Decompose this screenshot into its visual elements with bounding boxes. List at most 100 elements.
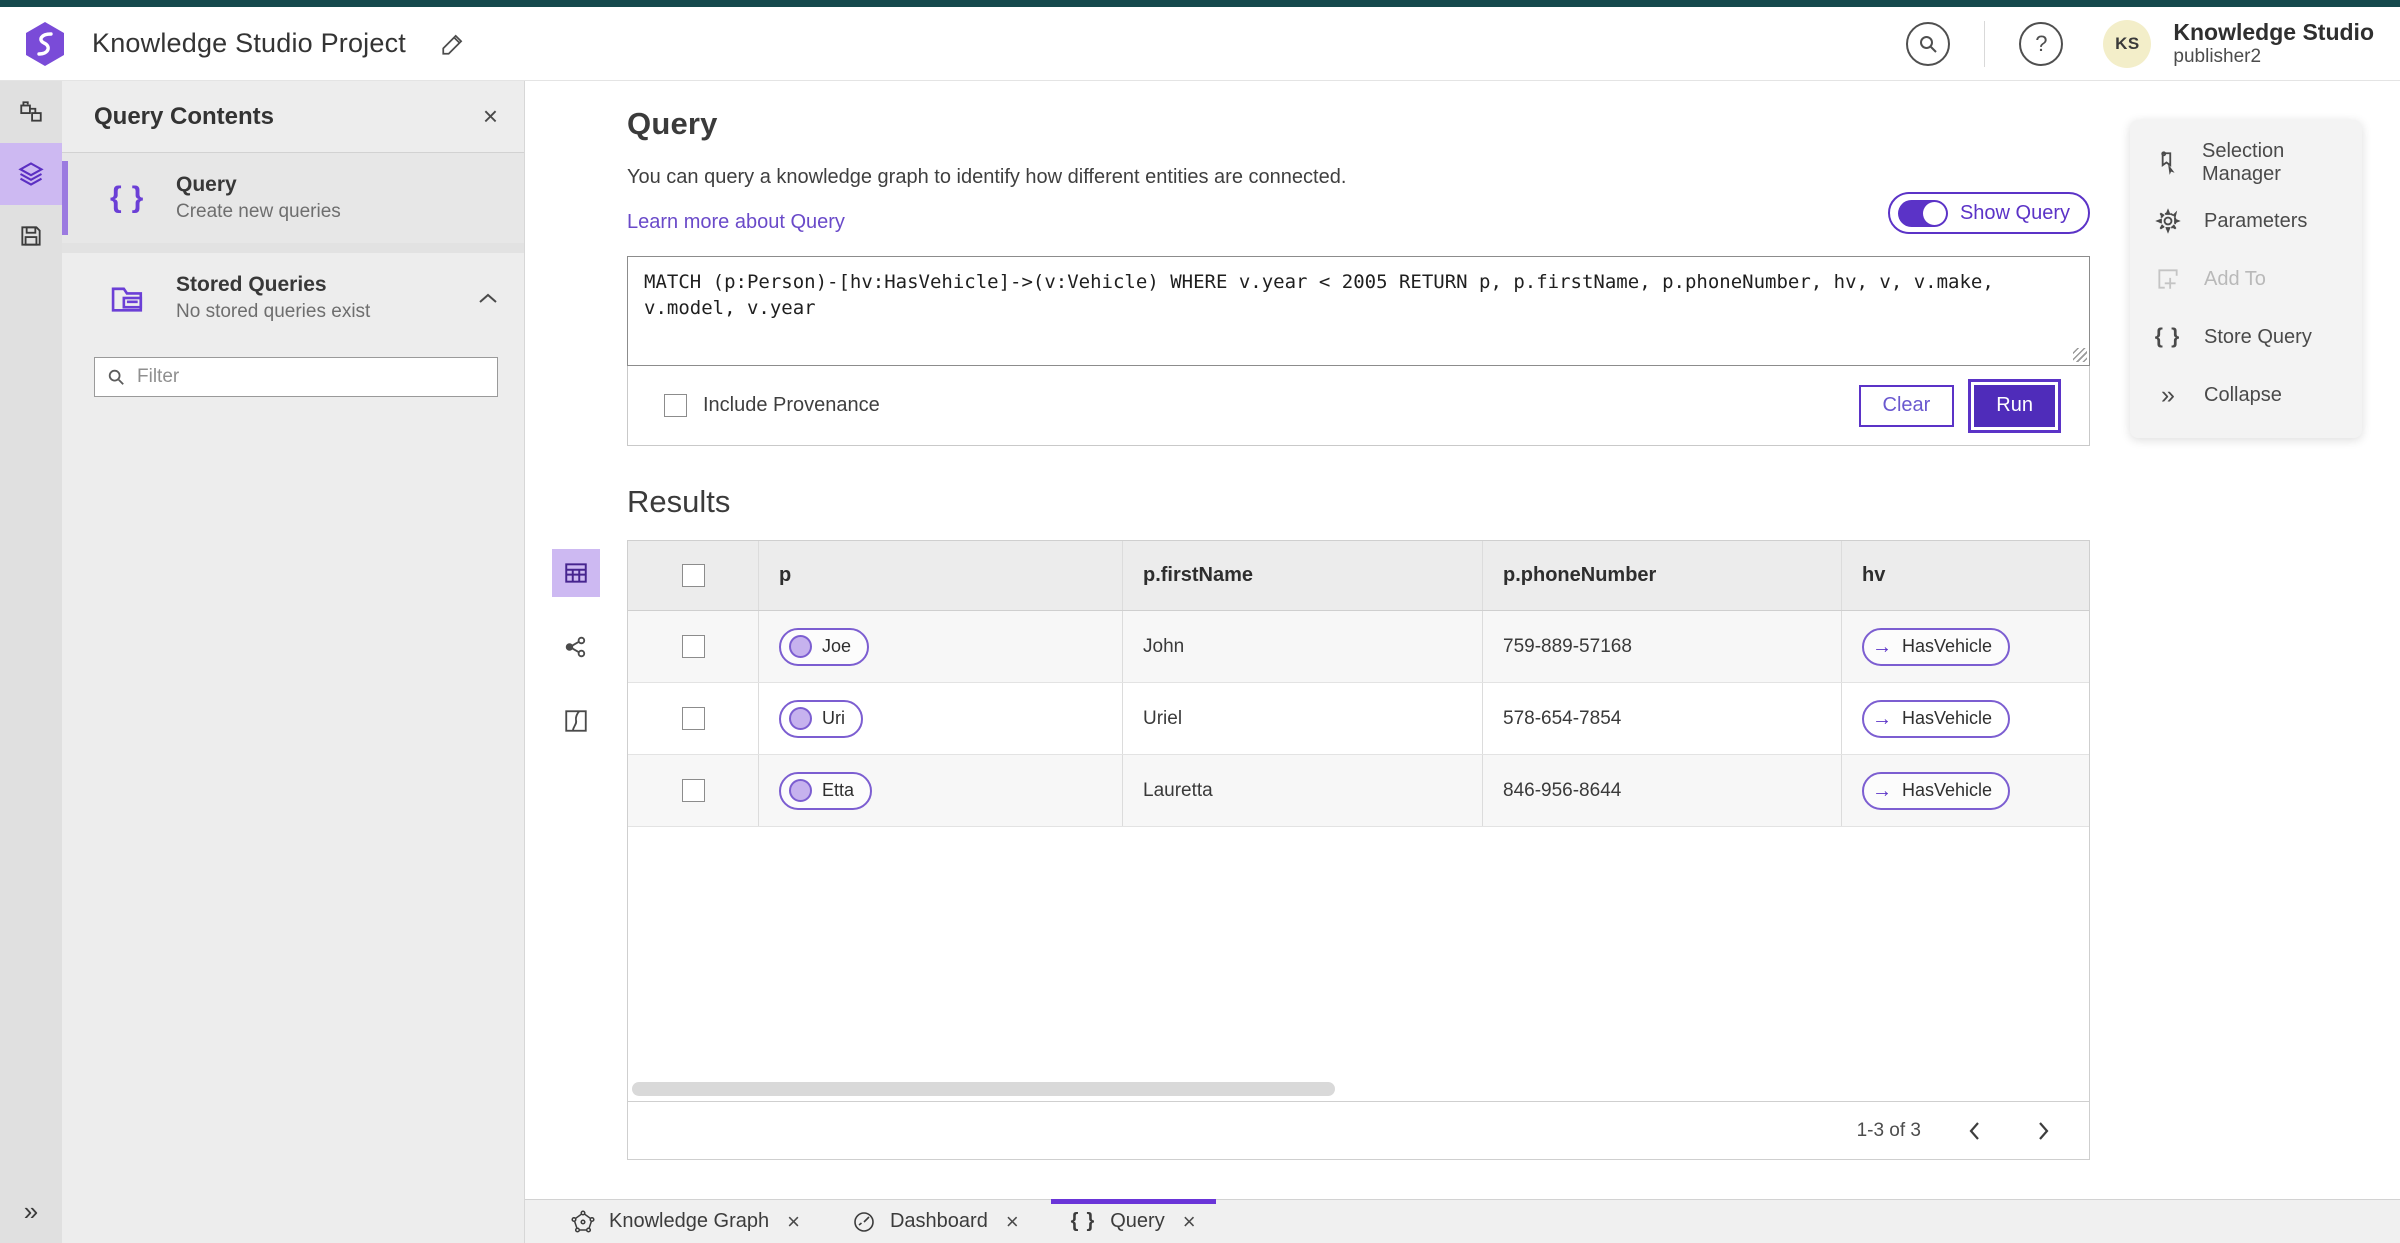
query-tools-menu: Selection Manager Parameters Add To {} … xyxy=(2130,120,2362,438)
cell-phonenumber: 578-654-7854 xyxy=(1483,683,1842,754)
show-query-toggle[interactable]: Show Query xyxy=(1887,192,2090,234)
app-header: Knowledge Studio Project ? KS Knowledge … xyxy=(0,7,2400,81)
scrollbar-thumb[interactable] xyxy=(632,1082,1335,1096)
store-query-button[interactable]: { } Store Query xyxy=(2130,308,2362,366)
relationship-chip[interactable]: → HasVehicle xyxy=(1862,627,2011,666)
panel-item-stored-queries[interactable]: Stored Queries No stored queries exist xyxy=(62,253,524,343)
app-logo-icon[interactable] xyxy=(24,21,66,67)
top-teal-strip xyxy=(0,0,2400,7)
hierarchy-nav-icon[interactable] xyxy=(0,81,62,143)
header-actions: ? KS Knowledge Studio publisher2 xyxy=(1906,19,2374,68)
expand-rail-button[interactable]: » xyxy=(0,1189,62,1233)
tab-dashboard[interactable]: Dashboard × xyxy=(826,1200,1045,1243)
main-column: Query You can query a knowledge graph to… xyxy=(525,81,2400,1243)
toggle-switch-on[interactable] xyxy=(1897,199,1948,227)
learn-more-link[interactable]: Learn more about Query xyxy=(627,211,845,234)
table-row[interactable]: Etta Lauretta 846-956-8644 → HasVehicle xyxy=(628,755,2089,827)
table-view-icon[interactable] xyxy=(552,549,600,597)
arrow-right-icon: → xyxy=(1872,779,1892,802)
filter-input[interactable] xyxy=(137,366,485,388)
editor-action-bar: Include Provenance Clear Run xyxy=(627,366,2090,446)
table-row[interactable]: Uri Uriel 578-654-7854 → HasVehicle xyxy=(628,683,2089,755)
stored-queries-filter[interactable] xyxy=(94,357,498,397)
include-provenance-label: Include Provenance xyxy=(703,394,880,416)
clear-button[interactable]: Clear xyxy=(1858,384,1955,427)
user-role: publisher2 xyxy=(2173,45,2262,67)
page-title: Query xyxy=(627,106,718,141)
braces-icon: { } xyxy=(110,181,146,214)
map-view-icon[interactable] xyxy=(552,697,600,745)
search-button[interactable] xyxy=(1906,21,1951,66)
column-header-p[interactable]: p xyxy=(759,541,1123,610)
panel-item-query[interactable]: { } Query Create new queries xyxy=(62,153,524,243)
arrow-right-icon: → xyxy=(1872,635,1892,658)
braces-icon: { } xyxy=(2154,325,2182,348)
collapse-menu-button[interactable]: » Collapse xyxy=(2130,366,2362,424)
add-to-button: Add To xyxy=(2130,250,2362,308)
panel-header: Query Contents × xyxy=(62,81,524,153)
selection-manager-button[interactable]: Selection Manager xyxy=(2130,134,2362,192)
stored-queries-folder-icon xyxy=(110,281,154,315)
select-all-checkbox[interactable] xyxy=(681,564,705,587)
column-header-phonenumber[interactable]: p.phoneNumber xyxy=(1483,541,1842,610)
results-title: Results xyxy=(627,484,731,519)
chevron-up-icon[interactable] xyxy=(478,292,498,304)
bottom-tab-bar: Knowledge Graph × Dashboard × { } Query … xyxy=(525,1199,2400,1243)
table-row[interactable]: Joe John 759-889-57168 → HasVehicle xyxy=(628,611,2089,683)
query-item-subtitle: Create new queries xyxy=(176,201,341,222)
project-title: Knowledge Studio Project xyxy=(92,28,406,58)
tab-knowledge-graph[interactable]: Knowledge Graph × xyxy=(545,1200,826,1243)
left-icon-rail: » xyxy=(0,81,62,1243)
gear-icon xyxy=(2154,208,2182,234)
run-button[interactable]: Run xyxy=(1974,384,2055,427)
entity-chip[interactable]: Joe xyxy=(779,627,870,666)
column-header-firstname[interactable]: p.firstName xyxy=(1123,541,1483,610)
stored-queries-title: Stored Queries xyxy=(176,273,327,296)
query-layers-nav-icon[interactable] xyxy=(0,143,62,205)
table-header-row: p p.firstName p.phoneNumber hv xyxy=(628,541,2089,611)
editor-resize-grip[interactable] xyxy=(2073,348,2087,362)
horizontal-scrollbar xyxy=(630,1081,2087,1097)
query-main-area: Query You can query a knowledge graph to… xyxy=(525,81,2400,1199)
previous-page-button[interactable] xyxy=(1957,1114,1991,1148)
query-description: You can query a knowledge graph to ident… xyxy=(627,166,1347,188)
knowledge-studio-app: Knowledge Studio Project ? KS Knowledge … xyxy=(0,0,2400,1243)
column-header-hv[interactable]: hv xyxy=(1842,541,2089,610)
row-checkbox[interactable] xyxy=(681,635,705,658)
results-view-toggle xyxy=(552,549,600,745)
pagination-bar: 1-3 of 3 xyxy=(628,1101,2089,1159)
query-contents-panel: Query Contents × { } Query Create new qu… xyxy=(62,81,525,1243)
row-checkbox[interactable] xyxy=(681,779,705,802)
cell-firstname: John xyxy=(1123,611,1483,682)
user-avatar[interactable]: KS xyxy=(2103,19,2152,68)
help-button[interactable]: ? xyxy=(2019,21,2064,66)
entity-chip[interactable]: Uri xyxy=(779,699,863,738)
close-tab-icon[interactable]: × xyxy=(787,1209,800,1235)
panel-title: Query Contents xyxy=(94,102,275,130)
close-tab-icon[interactable]: × xyxy=(1006,1209,1019,1235)
graph-view-icon[interactable] xyxy=(552,623,600,671)
parameters-button[interactable]: Parameters xyxy=(2130,192,2362,250)
panel-close-icon[interactable]: × xyxy=(483,101,498,132)
table-empty-space xyxy=(628,827,2089,1081)
arrow-right-icon: → xyxy=(1872,707,1892,730)
entity-dot-icon xyxy=(789,707,812,730)
header-divider xyxy=(1984,20,1986,67)
close-tab-icon[interactable]: × xyxy=(1183,1209,1196,1235)
include-provenance-checkbox[interactable] xyxy=(664,394,687,417)
relationship-chip[interactable]: → HasVehicle xyxy=(1862,699,2011,738)
row-checkbox[interactable] xyxy=(681,707,705,730)
knowledge-graph-icon xyxy=(571,1209,595,1234)
edit-project-title-icon[interactable] xyxy=(440,31,466,57)
filter-search-icon xyxy=(107,368,125,386)
entity-chip[interactable]: Etta xyxy=(779,771,873,810)
show-query-label: Show Query xyxy=(1959,201,2070,224)
next-page-button[interactable] xyxy=(2027,1114,2061,1148)
save-nav-icon[interactable] xyxy=(0,205,62,267)
tab-query[interactable]: { } Query × xyxy=(1045,1199,1222,1243)
query-text-editor[interactable]: MATCH (p:Person)-[hv:HasVehicle]->(v:Veh… xyxy=(627,256,2090,366)
results-table: p p.firstName p.phoneNumber hv Joe John … xyxy=(627,540,2090,1160)
cell-phonenumber: 846-956-8644 xyxy=(1483,755,1842,826)
relationship-chip[interactable]: → HasVehicle xyxy=(1862,771,2011,810)
cell-phonenumber: 759-889-57168 xyxy=(1483,611,1842,682)
